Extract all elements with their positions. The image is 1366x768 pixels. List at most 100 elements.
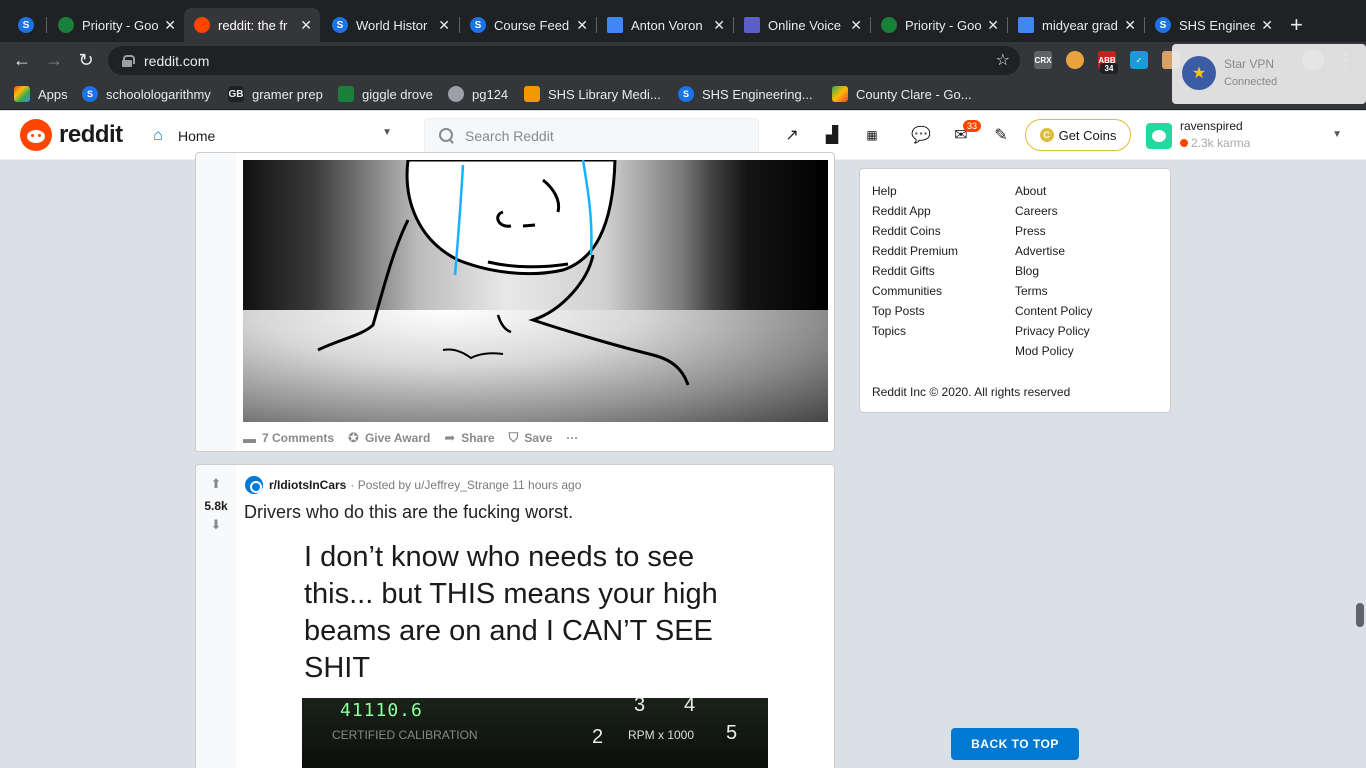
upvote-button[interactable]: ⬆ (196, 475, 236, 493)
browser-tab[interactable]: Priority - Goo ✕ (871, 8, 1007, 42)
close-tab-icon[interactable]: ✕ (713, 17, 725, 34)
browser-tab[interactable]: S (8, 8, 46, 42)
close-tab-icon[interactable]: ✕ (300, 17, 312, 34)
subreddit-link[interactable]: r/IdiotsInCars (269, 478, 346, 492)
footer-link[interactable]: Communities (872, 284, 942, 298)
bookmark-shs-engineering[interactable]: S SHS Engineering... (678, 85, 813, 103)
footer-link[interactable]: Help (872, 184, 897, 198)
footer-link[interactable]: Blog (1015, 264, 1039, 278)
footer-link[interactable]: Terms (1015, 284, 1048, 298)
back-arrow-icon[interactable]: ← (10, 48, 34, 72)
close-tab-icon[interactable]: ✕ (164, 17, 176, 34)
footer-link[interactable]: Reddit Premium (872, 244, 958, 258)
bookmark-pg124[interactable]: pg124 (448, 85, 508, 103)
footer-link[interactable]: Reddit Coins (872, 224, 941, 238)
footer-link[interactable]: Careers (1015, 204, 1058, 218)
browser-tab-active[interactable]: reddit: the fr ✕ (184, 8, 320, 42)
footer-link[interactable]: Top Posts (872, 304, 925, 318)
google-drive-icon (338, 86, 354, 102)
browser-tab-strip: S Priority - Goo ✕ reddit: the fr ✕ S Wo… (0, 0, 1366, 42)
search-icon (439, 128, 455, 144)
bookmark-shs-library[interactable]: SHS Library Medi... (524, 85, 661, 103)
footer-link[interactable]: Advertise (1015, 244, 1065, 258)
bookmark-gramer-prep[interactable]: GB gramer prep (228, 85, 323, 103)
leaderboard-icon[interactable]: ▟ (821, 124, 843, 146)
post-card[interactable]: ⬆ 5.8k ⬇ r/IdiotsInCars · Posted by u/Je… (195, 464, 835, 768)
create-post-icon[interactable]: ✎ (990, 124, 1012, 146)
browser-tab[interactable]: Anton Voron ✕ (597, 8, 733, 42)
close-tab-icon[interactable]: ✕ (987, 17, 999, 34)
close-tab-icon[interactable]: ✕ (438, 17, 450, 34)
new-tab-button[interactable]: + (1290, 12, 1303, 38)
downvote-arrow-icon: ⬇ (210, 517, 222, 532)
trending-icon[interactable]: ↗ (781, 124, 803, 146)
search-input[interactable] (465, 128, 745, 144)
chat-icon[interactable]: 💬 (910, 124, 932, 146)
crx-extension-icon[interactable]: CRX (1034, 51, 1052, 69)
coin-icon: C (1039, 128, 1054, 142)
downvote-button[interactable]: ⬇ (196, 516, 236, 534)
browser-tab[interactable]: midyear grad ✕ (1008, 8, 1144, 42)
schoology-icon: S (18, 17, 34, 33)
user-menu[interactable]: ravenspired 2.3k karma ▼ (1146, 119, 1346, 153)
footer-link[interactable]: Content Policy (1015, 304, 1092, 318)
post-title[interactable]: Drivers who do this are the fucking wors… (244, 502, 573, 523)
schoology-icon: S (332, 17, 348, 33)
home-feed-selector[interactable]: ⌂ Home ▼ (148, 121, 398, 151)
subreddit-icon[interactable] (245, 476, 263, 494)
footer-link[interactable]: About (1015, 184, 1046, 198)
bookmark-giggle-drove[interactable]: giggle drove (338, 85, 433, 103)
footer-link[interactable]: Privacy Policy (1015, 324, 1090, 338)
address-bar[interactable]: reddit.com ☆ (108, 46, 1020, 75)
browser-tab[interactable]: S Course Feed ✕ (460, 8, 596, 42)
reddit-wordmark[interactable]: reddit (59, 121, 123, 149)
browser-tab[interactable]: Priority - Goo ✕ (48, 8, 184, 42)
browser-toolbar: ← → ↻ reddit.com ☆ CRX ABB 34 ✓ ⋮ (0, 42, 1366, 78)
get-coins-button[interactable]: C Get Coins (1025, 119, 1131, 151)
check-extension-icon[interactable]: ✓ (1130, 51, 1148, 69)
close-tab-icon[interactable]: ✕ (576, 17, 588, 34)
give-award-button[interactable]: ✪ Give Award (348, 430, 430, 446)
bookmark-star-icon[interactable]: ☆ (996, 50, 1010, 70)
back-to-top-button[interactable]: BACK TO TOP (951, 728, 1079, 760)
qr-code-icon[interactable]: ▦ (861, 124, 883, 146)
bookmark-schoology[interactable]: S schoolologarithmy (82, 85, 211, 103)
post-image[interactable] (243, 160, 828, 422)
footer-link[interactable]: Reddit Gifts (872, 264, 935, 278)
reload-icon[interactable]: ↻ (74, 48, 98, 72)
footer-link[interactable]: Reddit App (872, 204, 931, 218)
owl-extension-icon[interactable] (1066, 51, 1084, 69)
lock-icon (122, 54, 135, 67)
comment-icon: ▬ (243, 430, 256, 446)
karma-icon (1180, 139, 1188, 147)
more-options-button[interactable]: ··· (566, 431, 578, 445)
copyright-text: Reddit Inc © 2020. All rights reserved (872, 385, 1071, 399)
vpn-status-popup: ★ Star VPN Connected (1172, 44, 1366, 104)
forward-arrow-icon[interactable]: → (42, 48, 66, 72)
browser-tab[interactable]: S World Histor ✕ (322, 8, 458, 42)
comments-button[interactable]: ▬ 7 Comments (243, 431, 334, 446)
close-tab-icon[interactable]: ✕ (1124, 17, 1136, 34)
scrollbar-thumb[interactable] (1356, 603, 1364, 627)
search-bar[interactable] (424, 118, 759, 154)
post-card[interactable]: ▬ 7 Comments ✪ Give Award ➦ Share ⛉ Save ··· (195, 152, 835, 452)
post-image[interactable]: I don’t know who needs to see this... bu… (282, 533, 782, 768)
extension-badge: 34 (1100, 63, 1118, 74)
bookmark-county-clare[interactable]: County Clare - Go... (832, 85, 972, 103)
google-drive-icon (58, 17, 74, 33)
vpn-shield-icon: ★ (1182, 56, 1216, 90)
upvote-arrow-icon: ⬆ (210, 476, 222, 491)
footer-link[interactable]: Topics (872, 324, 906, 338)
share-button[interactable]: ➦ Share (444, 430, 494, 446)
browser-tab[interactable]: S SHS Enginee ✕ (1145, 8, 1281, 42)
posted-by: · Posted by u/Jeffrey_Strange 11 hours a… (350, 478, 582, 492)
footer-link[interactable]: Press (1015, 224, 1046, 238)
save-button[interactable]: ⛉ Save (509, 430, 553, 446)
close-tab-icon[interactable]: ✕ (1261, 17, 1273, 34)
post-meta: r/IdiotsInCars · Posted by u/Jeffrey_Str… (245, 476, 581, 494)
reddit-logo-icon[interactable] (20, 119, 52, 151)
bookmark-apps[interactable]: Apps (14, 85, 68, 103)
close-tab-icon[interactable]: ✕ (850, 17, 862, 34)
browser-tab[interactable]: Online Voice ✕ (734, 8, 870, 42)
footer-link[interactable]: Mod Policy (1015, 344, 1074, 358)
